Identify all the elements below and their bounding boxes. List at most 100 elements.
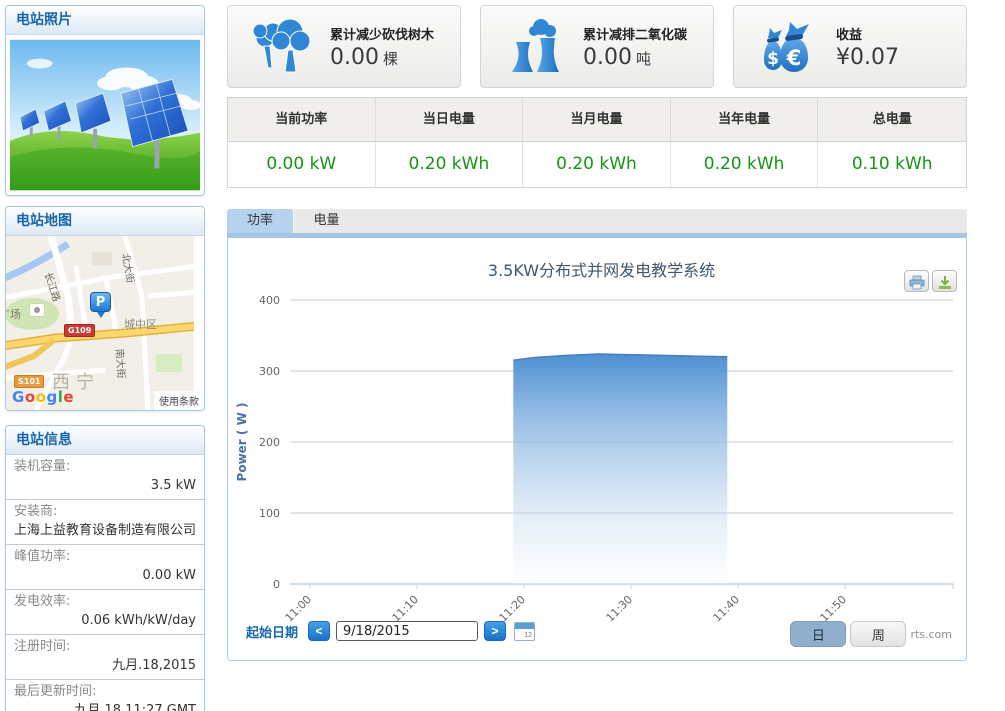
map-photo-poi-icon [30, 304, 44, 316]
power-area-chart: 010020030040011:0011:1011:2011:3011:4011… [228, 238, 966, 638]
map-terms-link[interactable]: 使用条款 [154, 391, 204, 410]
info-rows: 装机容量: 3.5 kW 安装商: 上海上益教育设备制造有限公司 峰值功率: 0… [6, 455, 204, 711]
download-chart-button[interactable] [932, 270, 957, 292]
station-map[interactable]: 长江路 北大街 南大街 城中区 西宁 广场 G109 S101 P Google… [6, 236, 204, 410]
info-value: 0.06 kWh/kW/day [14, 611, 196, 630]
print-chart-button[interactable] [904, 270, 929, 292]
google-letter: g [46, 388, 57, 406]
info-panel-title: 电站信息 [6, 426, 204, 455]
google-letter: G [12, 388, 25, 406]
info-row: 峰值功率: 0.00 kW [6, 545, 204, 590]
date-bar: 起始日期 < > 12 日 周 rts.com [228, 621, 966, 651]
week-range-button[interactable]: 周 [850, 621, 906, 647]
svg-text:11:20: 11:20 [497, 593, 529, 625]
svg-text:11:50: 11:50 [818, 593, 850, 625]
card-value: 0.00 [583, 45, 632, 70]
stats-value-monthly-energy: 0.20 kWh [523, 142, 671, 187]
start-date-input[interactable] [336, 621, 478, 641]
info-value: 3.5 kW [14, 476, 196, 495]
card-co2-reduced: 累计减排二氧化碳 0.00吨 [480, 5, 714, 88]
svg-text:Power ( W ): Power ( W ) [235, 403, 249, 482]
map-panel: 电站地图 [5, 206, 205, 411]
stats-value-daily-energy: 0.20 kWh [376, 142, 524, 187]
stats-header-daily-energy: 当日电量 [376, 98, 524, 142]
chart-export-buttons [904, 270, 957, 292]
info-value: 九月.18 11:27,GMT +8,2015 [14, 701, 196, 711]
stats-value-yearly-energy: 0.20 kWh [671, 142, 819, 187]
google-letter: e [63, 388, 74, 406]
info-label: 装机容量: [14, 458, 196, 476]
svg-text:300: 300 [259, 365, 280, 378]
tab-energy[interactable]: 电量 [293, 209, 359, 233]
start-date-label: 起始日期 [246, 622, 298, 641]
card-label: 收益 [836, 24, 903, 43]
svg-text:€: € [786, 46, 802, 70]
card-unit: 棵 [383, 50, 398, 68]
info-row: 最后更新时间: 九月.18 11:27,GMT +8,2015 [6, 680, 204, 711]
printer-icon [909, 275, 925, 290]
solar-panels-photo-illustration [10, 39, 200, 191]
next-day-button[interactable]: > [484, 621, 506, 641]
info-label: 注册时间: [14, 638, 196, 656]
google-letter: o [25, 388, 36, 406]
card-label: 累计减少砍伐树木 [330, 24, 434, 43]
photo-panel-title: 电站照片 [6, 6, 204, 35]
google-logo[interactable]: Google [12, 388, 74, 406]
tab-power[interactable]: 功率 [227, 209, 293, 233]
date-picker-group: 起始日期 < > 12 [246, 621, 535, 641]
google-letter: o [36, 388, 47, 406]
info-label: 发电效率: [14, 593, 196, 611]
range-toggle-group: 日 周 rts.com [790, 621, 952, 647]
svg-text:11:10: 11:10 [390, 593, 422, 625]
calendar-day-number: 12 [524, 632, 532, 639]
calendar-picker-button[interactable]: 12 [514, 622, 535, 641]
calendar-icon [515, 623, 534, 629]
svg-text:200: 200 [259, 436, 280, 449]
stats-value-current-power: 0.00 kW [228, 142, 376, 187]
stats-header-yearly-energy: 当年电量 [671, 98, 819, 142]
info-label: 峰值功率: [14, 548, 196, 566]
stats-header-total-energy: 总电量 [818, 98, 966, 142]
svg-text:11:40: 11:40 [711, 593, 743, 625]
stats-value-total-energy: 0.10 kWh [818, 142, 966, 187]
station-photo [6, 35, 204, 195]
station-map-marker[interactable]: P [90, 292, 111, 312]
info-value: 九月.18,2015 [14, 656, 196, 675]
road-badge-g109: G109 [64, 324, 95, 337]
card-label: 累计减排二氧化碳 [583, 24, 687, 43]
svg-text:11:00: 11:00 [283, 593, 315, 625]
chart-tabbar: 功率 电量 [227, 209, 967, 233]
pv-station-dashboard: 电站照片 [0, 0, 1005, 711]
main-content: 累计减少砍伐树木 0.00棵 [227, 5, 967, 661]
info-label: 安装商: [14, 503, 196, 521]
map-road-label: 南大街 [113, 348, 130, 379]
chart-panel: 功率 电量 010020030040011:0011:1011:2011:301… [227, 209, 967, 661]
card-value: 0.00 [330, 45, 379, 70]
income-moneybags-icon: $ € [756, 16, 818, 78]
card-income: $ € 收益 ¥0.07 [733, 5, 967, 88]
map-panel-title: 电站地图 [6, 207, 204, 236]
prev-day-button[interactable]: < [308, 621, 330, 641]
svg-text:$: $ [767, 49, 779, 69]
trees-icon [250, 16, 312, 78]
info-row: 安装商: 上海上益教育设备制造有限公司 [6, 500, 204, 545]
info-row: 装机容量: 3.5 kW [6, 455, 204, 500]
map-district-label: 城中区 [124, 316, 157, 332]
chart-area: 010020030040011:0011:1011:2011:3011:4011… [227, 238, 967, 661]
stats-header-monthly-energy: 当月电量 [523, 98, 671, 142]
summary-cards: 累计减少砍伐树木 0.00棵 [227, 5, 967, 88]
road-badge-s101: S101 [14, 375, 44, 388]
info-value: 上海上益教育设备制造有限公司 [14, 521, 196, 540]
card-value: ¥0.07 [836, 45, 899, 70]
card-trees-saved: 累计减少砍伐树木 0.00棵 [227, 5, 461, 88]
info-panel: 电站信息 装机容量: 3.5 kW 安装商: 上海上益教育设备制造有限公司 峰值… [5, 425, 205, 711]
svg-text:0: 0 [273, 578, 280, 591]
left-sidebar: 电站照片 [5, 5, 205, 711]
map-plaza-label: 广场 [6, 306, 21, 322]
day-range-button[interactable]: 日 [790, 621, 846, 647]
svg-text:3.5KW分布式并网发电教学系统: 3.5KW分布式并网发电教学系统 [488, 261, 715, 280]
info-value: 0.00 kW [14, 566, 196, 585]
svg-text:100: 100 [259, 507, 280, 520]
info-row: 注册时间: 九月.18,2015 [6, 635, 204, 680]
download-icon [937, 275, 953, 290]
